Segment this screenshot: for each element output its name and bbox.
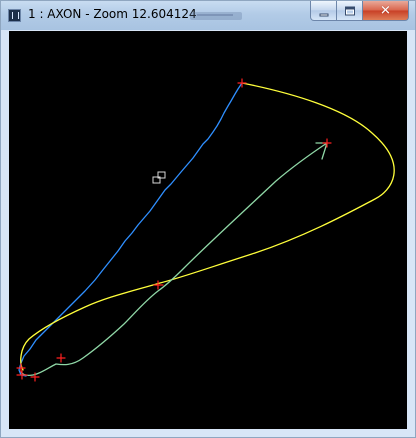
window-controls: ✕ — [310, 1, 409, 21]
axon-viewport[interactable] — [9, 31, 407, 429]
minimize-icon — [319, 13, 328, 16]
maximize-button[interactable] — [337, 1, 363, 21]
app-icon[interactable] — [8, 9, 21, 22]
window-title: 1 : AXON - Zoom 12.604124 — [28, 7, 197, 21]
close-button[interactable]: ✕ — [363, 1, 409, 21]
title-reflection-decoration — [190, 12, 242, 20]
canvas-background — [9, 31, 407, 429]
axon-canvas[interactable] — [9, 31, 407, 429]
close-icon: ✕ — [380, 3, 391, 18]
title-bar[interactable]: 1 : AXON - Zoom 12.604124 ✕ — [1, 1, 415, 30]
minimize-button[interactable] — [310, 1, 337, 21]
axon-window: 1 : AXON - Zoom 12.604124 ✕ — [0, 0, 416, 438]
maximize-icon — [344, 6, 355, 15]
